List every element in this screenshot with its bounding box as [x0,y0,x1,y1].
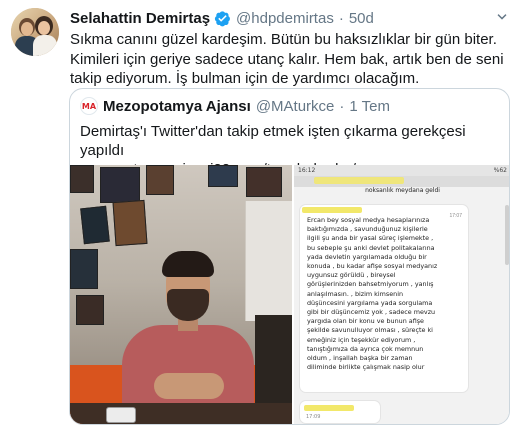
screenshot-redacted-sender-2 [304,405,354,411]
screenshot-top-line: noksanlık meydana geldi [365,187,440,194]
quoted-display-name[interactable]: Mezopotamya Ajansı [103,98,251,115]
chevron-down-icon[interactable] [493,8,511,26]
media-photo-person[interactable] [70,165,292,424]
avatar[interactable] [11,8,59,56]
quoted-tweet[interactable]: MA Mezopotamya Ajansı @MAturkce · 1 Tem … [69,88,510,425]
screenshot-message-bubble: 17:07 Ercan bey sosyal medya hesaplarını… [300,205,468,392]
screenshot-bubble-time: 17:07 [449,213,462,219]
screenshot-status-time: 16:12 [298,167,316,174]
screenshot-status-bar: 16:12 %62 [294,165,509,176]
quoted-text-line: Demirtaş'ı Twitter'dan takip etmek işten… [80,123,466,159]
screenshot-redacted-sender [302,207,362,213]
screenshot-message-bubble-2: 17:09 [300,401,380,423]
quoted-timestamp[interactable]: 1 Tem [349,98,390,115]
screenshot-redacted-name [314,177,404,184]
quoted-avatar[interactable]: MA [80,97,98,115]
timestamp[interactable]: 50d [349,10,374,27]
quoted-tweet-header: MA Mezopotamya Ajansı @MAturkce · 1 Tem [80,97,390,115]
quoted-separator-dot: · [339,97,345,115]
screenshot-status-battery: %62 [493,167,507,174]
screenshot-bubble2-time: 17:09 [306,414,321,420]
screenshot-message-text: Ercan bey sosyal medya hesaplarınıza bak… [307,216,438,372]
separator-dot: · [338,9,344,27]
tweet: Selahattin Demirtaş @hdpdemirtas · 50d S… [0,0,525,430]
quoted-avatar-logo-text: MA [81,101,97,111]
verified-badge-icon [214,10,231,27]
handle[interactable]: @hdpdemirtas [236,10,334,27]
tweet-text: Sıkma canını güzel kardeşim. Bütün bu ha… [70,31,504,87]
display-name[interactable]: Selahattin Demirtaş [70,10,210,27]
quoted-handle[interactable]: @MAturkce [256,98,335,115]
tweet-header: Selahattin Demirtaş @hdpdemirtas · 50d [70,8,374,28]
screenshot-scrollbar [505,205,509,265]
quoted-media: 16:12 %62 noksanlık meydana geldi 17:07 … [70,165,509,424]
media-chat-screenshot[interactable]: 16:12 %62 noksanlık meydana geldi 17:07 … [294,165,509,424]
